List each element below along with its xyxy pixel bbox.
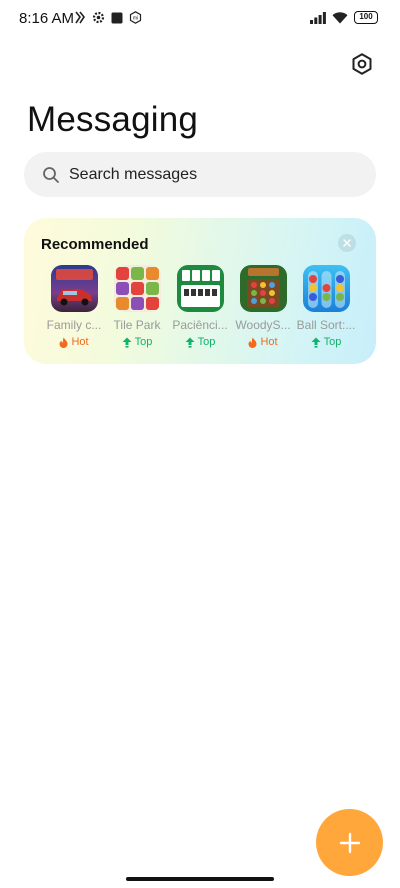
flame-icon	[248, 337, 257, 348]
status-bar: 8:16 AM mi 100	[0, 0, 400, 40]
gear-icon	[92, 11, 105, 24]
search-input[interactable]	[69, 165, 339, 184]
top-badge: Top	[185, 336, 216, 348]
home-indicator[interactable]	[126, 877, 274, 881]
arrow-up-icon	[122, 337, 132, 348]
mi-icon: mi	[129, 11, 142, 24]
signal-icon	[310, 11, 326, 24]
app-badge-label: Top	[134, 336, 153, 348]
data-saver-icon	[75, 11, 85, 24]
recommended-card: Recommended Family c... Hot Tile Park To…	[24, 218, 376, 364]
app-item-ball-sort[interactable]: Ball Sort:... Top	[294, 265, 358, 348]
top-badge: Top	[122, 336, 153, 348]
hot-badge: Hot	[248, 336, 278, 348]
app-item-woody[interactable]: WoodyS... Hot	[231, 265, 295, 348]
notification-icons: mi	[74, 11, 142, 24]
arrow-up-icon	[185, 337, 195, 348]
app-badge-label: Top	[323, 336, 342, 348]
wifi-icon	[332, 11, 348, 23]
top-badge: Top	[311, 336, 342, 348]
app-item-paciencia[interactable]: Paciênci... Top	[168, 265, 232, 348]
recommended-title: Recommended	[41, 236, 149, 253]
app-name: WoodyS...	[235, 318, 291, 332]
app-badge-label: Top	[197, 336, 216, 348]
app-name: Ball Sort:...	[296, 318, 356, 332]
app-item-tile-park[interactable]: Tile Park Top	[105, 265, 169, 348]
square-icon	[111, 12, 123, 23]
battery-indicator: 100	[354, 11, 378, 24]
close-recommended-button[interactable]	[338, 234, 356, 252]
hot-badge: Hot	[59, 336, 89, 348]
new-message-button[interactable]	[316, 809, 383, 876]
app-name: Paciênci...	[172, 318, 228, 332]
solitaire-app-icon	[176, 265, 224, 312]
flame-icon	[59, 337, 68, 348]
settings-hex-icon	[352, 53, 372, 75]
settings-button[interactable]	[348, 50, 376, 78]
svg-text:mi: mi	[133, 16, 138, 22]
tile-park-app-icon	[113, 265, 161, 312]
street-driver-app-icon	[50, 265, 98, 312]
search-bar[interactable]	[24, 152, 376, 197]
app-name: Tile Park	[113, 318, 161, 332]
app-badge-label: Hot	[260, 336, 278, 348]
app-name: Family c...	[46, 318, 102, 332]
system-icons: 100	[310, 11, 378, 24]
plus-icon	[339, 832, 360, 853]
woody-app-icon	[239, 265, 287, 312]
recommended-apps: Family c... Hot Tile Park Top Paciênci..…	[24, 265, 376, 355]
app-item-family-car[interactable]: Family c... Hot	[42, 265, 106, 348]
arrow-up-icon	[311, 337, 321, 348]
ball-sort-app-icon	[302, 265, 350, 312]
status-time: 8:16 AM	[19, 10, 75, 27]
search-icon	[43, 166, 59, 183]
app-badge-label: Hot	[71, 336, 89, 348]
close-icon	[343, 239, 351, 247]
page-title: Messaging	[27, 100, 199, 139]
